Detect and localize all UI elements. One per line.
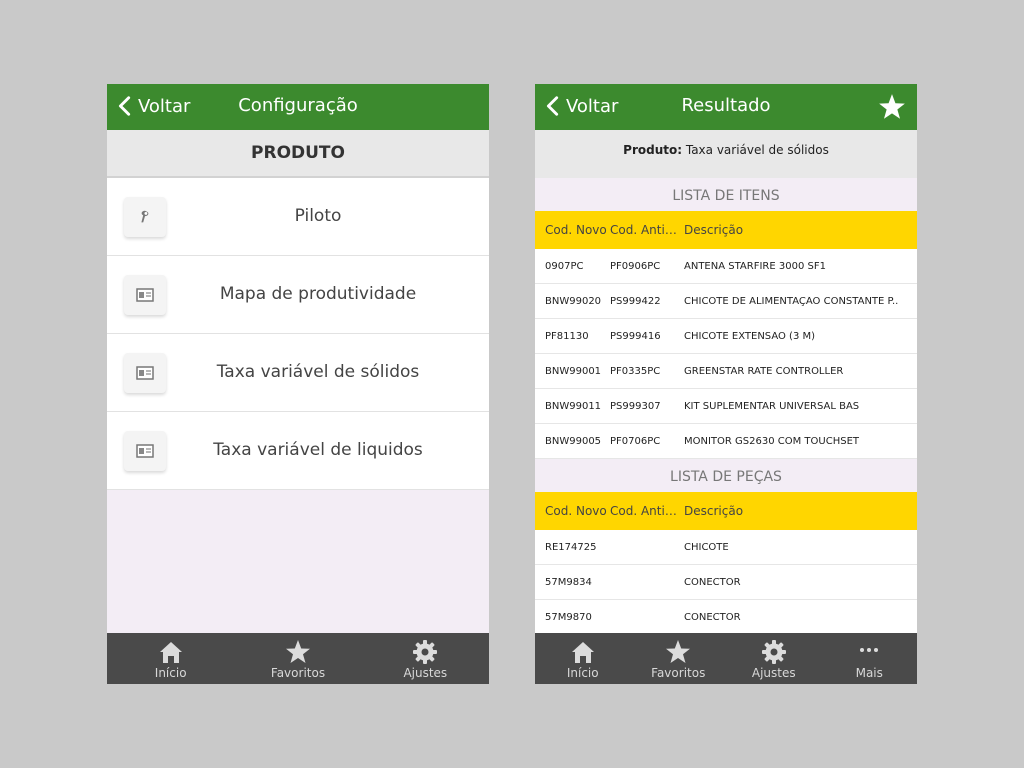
configuracao-screen: Voltar Configuração PRODUTO Piloto Mapa … bbox=[107, 84, 489, 684]
chevron-left-icon bbox=[118, 96, 131, 116]
table-row[interactable]: BNW99011 PS999307 KIT SUPLEMENTAR UNIVERSA… bbox=[535, 389, 917, 424]
table-row[interactable]: RE174725 CHICOTE bbox=[535, 530, 917, 565]
header-bar: Voltar Resultado bbox=[535, 84, 917, 130]
cell-new-code: PF81130 bbox=[545, 330, 589, 342]
back-button[interactable]: Voltar bbox=[542, 84, 618, 128]
back-label: Voltar bbox=[138, 95, 191, 117]
favorite-star-icon[interactable] bbox=[877, 92, 907, 122]
gear-icon bbox=[761, 640, 786, 664]
table-row[interactable]: BNW99020 PS999422 CHICOTE DE ALIMENTAÇÃO C… bbox=[535, 284, 917, 319]
cell-description: ANTENA STARFIRE 3000 SF1 bbox=[684, 260, 826, 272]
cell-new-code: 57M9834 bbox=[545, 576, 592, 588]
cell-description: GREENSTAR RATE CONTROLLER bbox=[684, 365, 844, 377]
header-bar: Voltar Configuração bbox=[107, 84, 489, 130]
tab-favoritos[interactable]: Favoritos bbox=[234, 633, 361, 684]
gear-icon bbox=[413, 640, 438, 664]
col-description: Descrição bbox=[684, 223, 744, 237]
table-row[interactable]: 0907PC PF0906PC ANTENA STARFIRE 3000 SF1 bbox=[535, 249, 917, 284]
product-label: Produto: bbox=[623, 143, 683, 157]
parts-list-title: LISTA DE PEÇAS bbox=[535, 459, 917, 492]
tab-label: Início bbox=[154, 666, 187, 680]
items-list-title: LISTA DE ITENS bbox=[535, 178, 917, 211]
resultado-screen: Voltar Resultado Produto: Taxa variável … bbox=[535, 84, 917, 684]
tab-bar: Início Favoritos Ajus bbox=[107, 633, 489, 684]
star-icon bbox=[666, 640, 691, 663]
menu-item-label: Taxa variável de sólidos bbox=[216, 362, 420, 382]
cell-description: MONITOR GS2630 COM TOUCHSET bbox=[684, 435, 859, 447]
tab-label: Início bbox=[566, 666, 599, 680]
menu-item-label: Taxa variável de liquidos bbox=[213, 440, 423, 460]
cell-new-code: 0907PC bbox=[545, 260, 584, 272]
cell-old-code: PF0906PC bbox=[610, 260, 661, 272]
star-icon bbox=[285, 640, 310, 663]
chevron-left-icon bbox=[546, 96, 559, 116]
tab-label: Ajustes bbox=[403, 666, 448, 680]
cell-new-code: BNW99005 bbox=[545, 435, 602, 447]
col-old-code: Cod. Antig.. bbox=[610, 223, 681, 237]
cell-old-code: PS999307 bbox=[610, 400, 661, 412]
cell-old-code: PF0335PC bbox=[610, 365, 661, 377]
cell-new-code: BNW99020 bbox=[545, 295, 602, 307]
menu-item-taxa-solidos[interactable]: Taxa variável de sólidos bbox=[107, 334, 489, 412]
cell-old-code: PF0706PC bbox=[610, 435, 661, 447]
tab-mais[interactable]: Mais bbox=[822, 633, 918, 684]
cell-old-code: PS999422 bbox=[610, 295, 661, 307]
table-row[interactable]: 57M9834 CONECTOR bbox=[535, 565, 917, 600]
col-new-code: Cod. Novo bbox=[545, 504, 607, 518]
product-value: Taxa variável de sólidos bbox=[685, 143, 829, 157]
cell-new-code: 57M9870 bbox=[545, 611, 592, 623]
home-icon bbox=[159, 642, 182, 663]
tab-inicio[interactable]: Início bbox=[535, 633, 631, 684]
back-label: Voltar bbox=[566, 95, 619, 117]
product-menu: Piloto Mapa de produtividade Taxa variáv… bbox=[107, 178, 489, 490]
table-row[interactable]: 57M9870 CONECTOR bbox=[535, 600, 917, 633]
product-info: Produto: Taxa variável de sólidos bbox=[535, 130, 917, 178]
table-row[interactable]: BNW99005 PF0706PC MONITOR GS2630 COM TOUCH… bbox=[535, 424, 917, 459]
cell-new-code: RE174725 bbox=[545, 541, 597, 553]
menu-item-piloto[interactable]: Piloto bbox=[107, 178, 489, 256]
tab-ajustes[interactable]: Ajustes bbox=[726, 633, 822, 684]
results-list[interactable]: LISTA DE ITENS Cod. Novo Cod. Antig.. De… bbox=[535, 178, 917, 633]
tab-bar: Início Favoritos Ajus bbox=[535, 633, 917, 684]
back-button[interactable]: Voltar bbox=[114, 84, 190, 128]
tab-label: Ajustes bbox=[751, 666, 796, 680]
items-column-header: Cod. Novo Cod. Antig.. Descrição bbox=[535, 211, 917, 249]
cell-new-code: BNW99011 bbox=[545, 400, 602, 412]
cell-description: CONECTOR bbox=[684, 611, 741, 623]
home-icon bbox=[571, 642, 594, 663]
cell-description: CHICOTE EXTENSÃO (3 M) bbox=[684, 330, 816, 342]
menu-item-taxa-liquidos[interactable]: Taxa variável de liquidos bbox=[107, 412, 489, 490]
section-title: PRODUTO bbox=[107, 130, 489, 178]
tab-ajustes[interactable]: Ajustes bbox=[362, 633, 489, 684]
parts-column-header: Cod. Novo Cod. Antig.. Descrição bbox=[535, 492, 917, 530]
menu-item-label: Mapa de produtividade bbox=[219, 284, 417, 304]
cell-description: CHICOTE bbox=[684, 541, 729, 553]
cell-description: KIT SUPLEMENTAR UNIVERSAL BAS bbox=[684, 400, 860, 412]
col-description: Descrição bbox=[684, 504, 744, 518]
tab-inicio[interactable]: Início bbox=[107, 633, 234, 684]
tab-label: Favoritos bbox=[270, 666, 326, 680]
table-row[interactable]: PF81130 PS999416 CHICOTE EXTENSÃO (3 M) bbox=[535, 319, 917, 354]
more-icon bbox=[860, 648, 879, 652]
tab-favoritos[interactable]: Favoritos bbox=[631, 633, 727, 684]
cell-old-code: PS999416 bbox=[610, 330, 661, 342]
cell-description: CHICOTE DE ALIMENTAÇÃO CONSTANTE P.. bbox=[684, 295, 899, 307]
col-old-code: Cod. Antig.. bbox=[610, 504, 681, 518]
col-new-code: Cod. Novo bbox=[545, 223, 607, 237]
menu-item-mapa-produtividade[interactable]: Mapa de produtividade bbox=[107, 256, 489, 334]
cell-description: CONECTOR bbox=[684, 576, 741, 588]
menu-item-label: Piloto bbox=[294, 206, 342, 226]
table-row[interactable]: BNW99001 PF0335PC GREENSTAR RATE CONTROLLE… bbox=[535, 354, 917, 389]
tab-label: Mais bbox=[855, 666, 883, 680]
cell-new-code: BNW99001 bbox=[545, 365, 602, 377]
tab-label: Favoritos bbox=[651, 666, 706, 680]
